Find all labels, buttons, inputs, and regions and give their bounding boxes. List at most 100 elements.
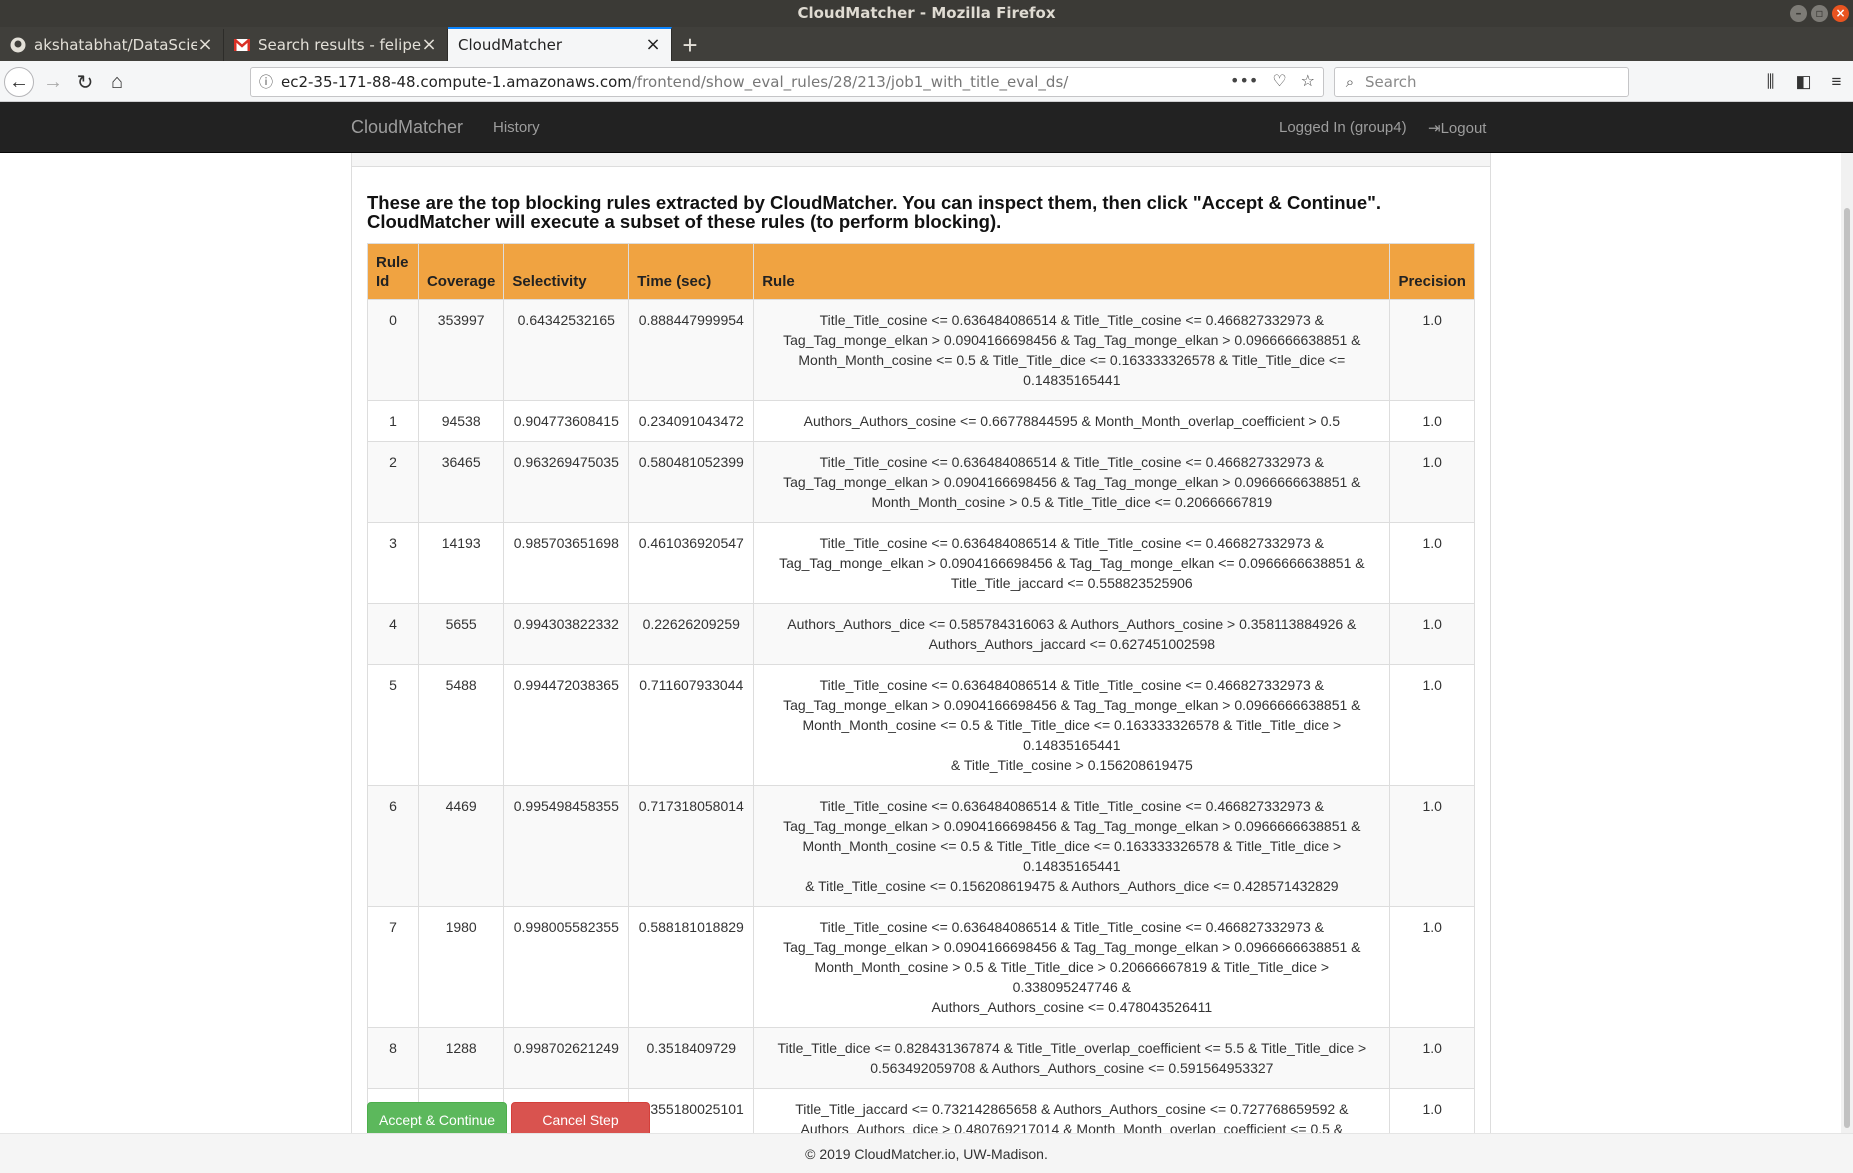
intro-line-2: CloudMatcher will execute a subset of th…	[367, 211, 1002, 232]
table-header-row: Rule Id Coverage Selectivity Time (sec) R…	[367, 243, 1475, 300]
sidebar-icon[interactable]: ◧	[1787, 67, 1820, 97]
brand-link[interactable]: CloudMatcher	[351, 117, 463, 138]
window-close-icon[interactable]: ×	[1832, 5, 1849, 22]
table-row: 4 5655 0.994303822332 0.22626209259 Authors_…	[367, 603, 1475, 665]
rule-id-cell: 8	[367, 1027, 419, 1089]
tab-close-icon[interactable]: ×	[421, 36, 437, 54]
new-tab-icon[interactable]: +	[672, 29, 708, 61]
rule-line: Title_Title_cosine <= 0.636484086514 & T…	[819, 677, 1325, 693]
pocket-icon[interactable]: ♡	[1272, 71, 1286, 90]
coverage-cell: 1980	[417, 906, 505, 1028]
selectivity-cell: 0.994303822332	[503, 603, 630, 665]
rule-line: Tag_Tag_monge_elkan > 0.0904166698456 & …	[783, 818, 1361, 834]
col-header-precision: Precision	[1389, 243, 1475, 300]
library-icon[interactable]: ⫼	[1754, 67, 1787, 97]
rule-cell: Authors_Authors_dice <= 0.585784316063 &…	[753, 603, 1391, 665]
rule-line: Tag_Tag_monge_elkan > 0.0904166698456 & …	[783, 474, 1361, 490]
app-navbar: CloudMatcher History Logged In (group4) …	[0, 102, 1853, 153]
maximize-icon[interactable]: ▫	[1811, 5, 1828, 22]
rule-cell: Authors_Authors_cosine <= 0.66778844595 …	[753, 400, 1391, 442]
tab-github[interactable]: akshatabhat/DataScienc ×	[0, 29, 224, 61]
tab-label: CloudMatcher	[458, 36, 563, 54]
rule-id-cell: 3	[367, 522, 419, 604]
rule-line: Month_Month_cosine > 0.5 & Title_Title_d…	[814, 959, 1330, 995]
rule-line: Authors_Authors_cosine <= 0.478043526411	[931, 999, 1213, 1015]
coverage-cell: 94538	[417, 400, 505, 442]
precision-cell: 1.0	[1389, 400, 1475, 442]
minimize-icon[interactable]: –	[1790, 5, 1807, 22]
tab-gmail[interactable]: Search results - felipegb ×	[224, 29, 448, 61]
rule-id-cell: 2	[367, 441, 419, 523]
window-title: CloudMatcher - Mozilla Firefox	[797, 4, 1056, 22]
rule-cell: Title_Title_dice <= 0.828431367874 & Tit…	[753, 1027, 1391, 1089]
coverage-cell: 1288	[417, 1027, 505, 1089]
time-cell: 0.3518409729	[628, 1027, 755, 1089]
selectivity-cell: 0.985703651698	[503, 522, 630, 604]
search-icon: ⌕	[1345, 73, 1355, 91]
precision-cell: 1.0	[1389, 603, 1475, 665]
time-cell: 0.22626209259	[628, 603, 755, 665]
time-cell: 0.711607933044	[628, 664, 755, 786]
reload-icon[interactable]: ↻	[70, 67, 100, 97]
url-actions: ••• ♡ ☆	[1230, 71, 1315, 90]
tab-close-icon[interactable]: ×	[645, 36, 661, 54]
precision-cell: 1.0	[1389, 299, 1475, 401]
col-header-rule: Rule	[753, 243, 1391, 300]
coverage-cell: 5655	[417, 603, 505, 665]
col-header-rule-id: Rule Id	[367, 243, 419, 300]
rule-cell: Title_Title_cosine <= 0.636484086514 & T…	[753, 522, 1391, 604]
rule-line: Tag_Tag_monge_elkan > 0.0904166698456 & …	[783, 939, 1361, 955]
rule-line: Title_Title_cosine <= 0.636484086514 & T…	[819, 454, 1325, 470]
page-scrollbar[interactable]	[1841, 153, 1853, 1133]
time-cell: 0.717318058014	[628, 785, 755, 907]
url-bar[interactable]: ⓘ ec2-35-171-88-48.compute-1.amazonaws.c…	[250, 67, 1324, 97]
precision-cell: 1.0	[1389, 441, 1475, 523]
tab-cloudmatcher[interactable]: CloudMatcher ×	[448, 27, 672, 61]
home-icon[interactable]: ⌂	[102, 67, 132, 97]
forward-arrow-icon[interactable]: →	[38, 67, 68, 97]
tab-close-icon[interactable]: ×	[197, 36, 213, 54]
tab-label: Search results - felipegb	[258, 36, 421, 54]
back-arrow-icon[interactable]: ←	[4, 67, 34, 97]
url-host: ec2-35-171-88-48.compute-1.amazonaws.com	[281, 73, 632, 91]
window-titlebar: CloudMatcher - Mozilla Firefox – ▫ ×	[0, 0, 1853, 27]
selectivity-cell: 0.995498458355	[503, 785, 630, 907]
search-placeholder: Search	[1365, 73, 1417, 91]
intro-line-1: These are the top blocking rules extract…	[367, 192, 1382, 213]
coverage-cell: 36465	[417, 441, 505, 523]
table-row: 6 4469 0.995498458355 0.717318058014 Title_T…	[367, 785, 1475, 907]
rule-id-cell: 6	[367, 785, 419, 907]
page-footer: © 2019 CloudMatcher.io, UW-Madison.	[0, 1133, 1853, 1173]
tab-label: akshatabhat/DataScienc	[34, 36, 197, 54]
coverage-cell: 4469	[417, 785, 505, 907]
selectivity-cell: 0.904773608415	[503, 400, 630, 442]
precision-cell: 1.0	[1389, 1027, 1475, 1089]
rule-line: Tag_Tag_monge_elkan > 0.0904166698456 & …	[783, 332, 1361, 348]
rule-line: Title_Title_cosine <= 0.636484086514 & T…	[819, 798, 1325, 814]
url-path: /frontend/show_eval_rules/28/213/job1_wi…	[631, 73, 1069, 91]
rules-table: Rule Id Coverage Selectivity Time (sec) R…	[367, 243, 1475, 1170]
window-controls: – ▫ ×	[1790, 5, 1849, 22]
info-icon[interactable]: ⓘ	[251, 72, 281, 92]
coverage-cell: 5488	[417, 664, 505, 786]
intro-text: These are the top blocking rules extract…	[367, 193, 1477, 231]
col-header-selectivity: Selectivity	[503, 243, 630, 300]
table-row: 2 36465 0.963269475035 0.580481052399 Title_…	[367, 441, 1475, 523]
page-actions-icon[interactable]: •••	[1230, 71, 1258, 90]
menu-icon[interactable]: ≡	[1820, 67, 1853, 97]
rule-cell: Title_Title_cosine <= 0.636484086514 & T…	[753, 906, 1391, 1028]
nav-history-link[interactable]: History	[493, 119, 540, 136]
time-cell: 0.888447999954	[628, 299, 755, 401]
rule-line: Title_Title_cosine <= 0.636484086514 & T…	[819, 535, 1325, 551]
rule-id-cell: 7	[367, 906, 419, 1028]
rule-line: Month_Month_cosine <= 0.5 & Title_Title_…	[802, 717, 1342, 753]
col-header-time: Time (sec)	[628, 243, 755, 300]
scrollbar-thumb[interactable]	[1844, 208, 1850, 1128]
search-input[interactable]: ⌕ Search	[1334, 67, 1629, 97]
logout-link[interactable]: ⇥Logout	[1428, 119, 1486, 137]
bookmark-star-icon[interactable]: ☆	[1301, 71, 1315, 90]
selectivity-cell: 0.998702621249	[503, 1027, 630, 1089]
precision-cell: 1.0	[1389, 785, 1475, 907]
rule-cell: Title_Title_cosine <= 0.636484086514 & T…	[753, 785, 1391, 907]
rule-line: Tag_Tag_monge_elkan > 0.0904166698456 & …	[783, 697, 1361, 713]
